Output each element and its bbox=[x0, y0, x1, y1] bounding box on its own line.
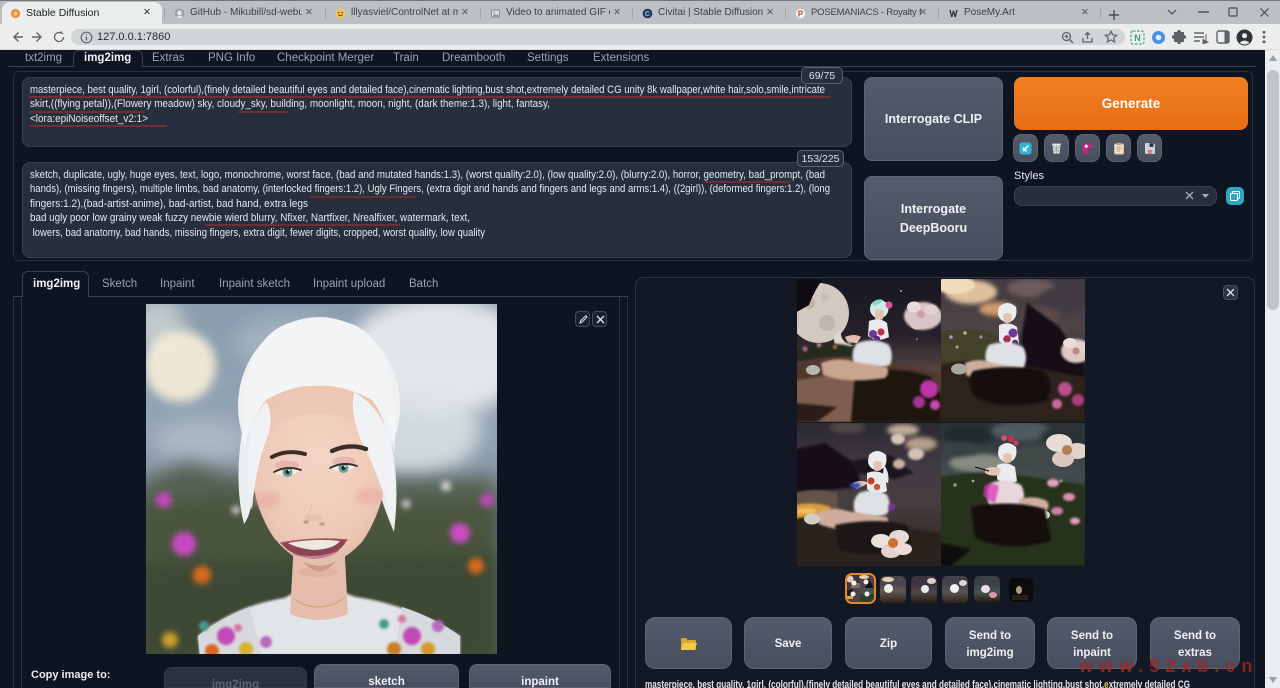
svg-text:N: N bbox=[1134, 33, 1141, 43]
svg-text:P: P bbox=[798, 9, 803, 18]
